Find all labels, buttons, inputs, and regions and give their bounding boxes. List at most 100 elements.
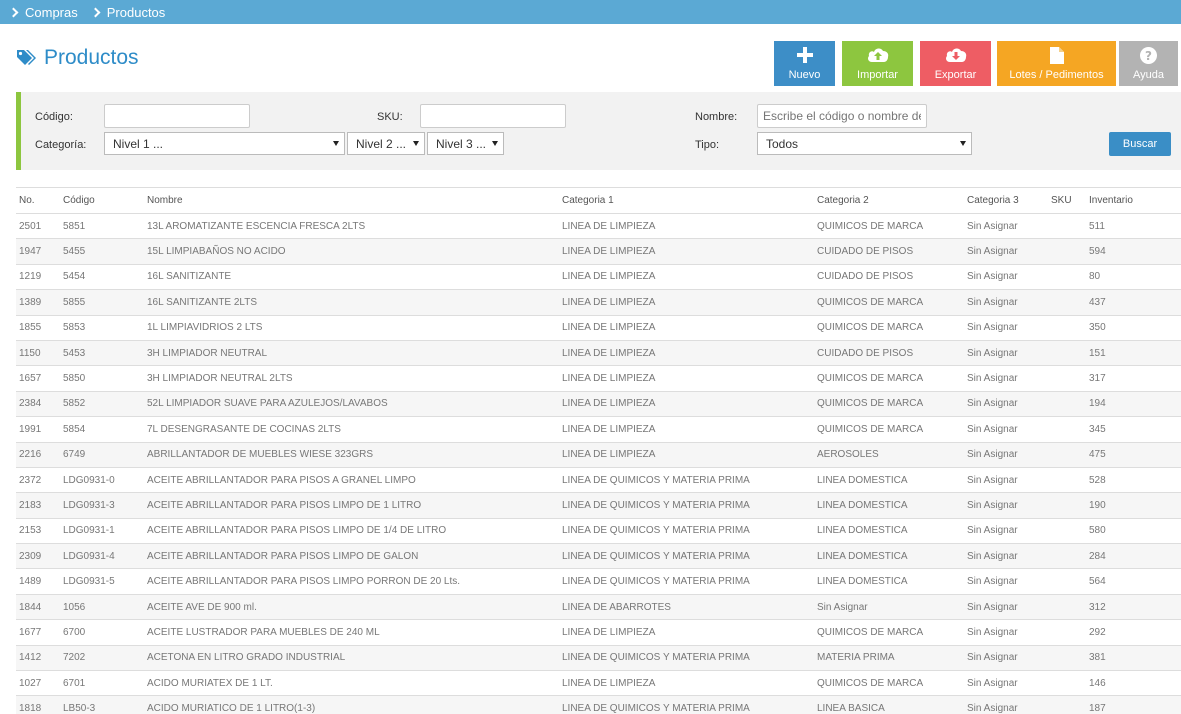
cell-categoria-1: LINEA DE LIMPIEZA [559,264,814,291]
caret-down-icon [413,141,419,146]
cell-categoria-2: MATERIA PRIMA [814,645,964,672]
table-row[interactable]: 2216 6749 ABRILLANTADOR DE MUEBLES WIESE 3… [16,442,1181,468]
cell-categoria-3: Sin Asignar [964,492,1048,519]
table-row[interactable]: 1412 7202 ACETONA EN LITRO GRADO INDUSTRIA… [16,645,1181,672]
table-row[interactable]: 1489 LDG0931-5 ACEITE ABRILLANTADOR PARA P… [16,568,1181,595]
cell-no: 1947 [16,238,60,265]
nivel3-select[interactable]: Nivel 3 ... [427,132,504,155]
exportar-button[interactable]: Exportar [920,41,991,86]
table-row[interactable]: 1677 6700 ACEITE LUSTRADOR PARA MUEBLES DE… [16,619,1181,646]
cell-nombre: 3H LIMPIADOR NEUTRAL [144,340,559,367]
table-row[interactable]: 1818 LB50-3 ACIDO MURIATICO DE 1 LITRO(1-3… [16,695,1181,714]
table-row[interactable]: 1027 6701 ACIDO MURIATEX DE 1 LT. LINEA DE … [16,670,1181,697]
table-row[interactable]: 1219 5454 16L SANITIZANTE LINEA DE LIMPIEZA… [16,264,1181,291]
cell-categoria-2: LINEA DOMESTICA [814,467,964,494]
cell-codigo: 5851 [60,213,144,240]
breadcrumb-item-compras[interactable]: Compras [25,5,78,20]
chevron-right-icon [8,7,19,17]
table-row[interactable]: 2183 LDG0931-3 ACEITE ABRILLANTADOR PARA P… [16,492,1181,519]
cell-sku [1048,543,1086,570]
table-row[interactable]: 1657 5850 3H LIMPIADOR NEUTRAL 2LTS LINEA D… [16,365,1181,392]
codigo-label: Código: [35,111,73,123]
table-body: 2501 5851 13L AROMATIZANTE ESCENCIA FRESCA… [16,213,1181,714]
cell-no: 1489 [16,568,60,595]
ayuda-button[interactable]: ? Ayuda [1119,41,1178,86]
cell-categoria-3: Sin Asignar [964,238,1048,265]
cell-categoria-3: Sin Asignar [964,645,1048,672]
column-header-inventario[interactable]: Inventario [1086,187,1181,214]
column-header-sku[interactable]: SKU [1048,187,1086,214]
page-title: Productos [16,46,139,70]
cell-codigo: 5853 [60,315,144,341]
cell-nombre: ACEITE ABRILLANTADOR PARA PISOS LIMPO PO… [144,568,559,595]
cell-sku [1048,645,1086,672]
cell-sku [1048,391,1086,418]
cell-codigo: 5453 [60,340,144,367]
nuevo-button[interactable]: Nuevo [774,41,835,86]
cell-sku [1048,467,1086,494]
nivel2-select[interactable]: Nivel 2 ... [347,132,425,155]
cell-sku [1048,568,1086,595]
cell-categoria-1: LINEA DE QUIMICOS Y MATERIA PRIMA [559,543,814,570]
cell-nombre: ACEITE LUSTRADOR PARA MUEBLES DE 240 ML [144,619,559,646]
column-header-codigo[interactable]: Código [60,187,144,214]
cell-codigo: LDG0931-4 [60,543,144,570]
column-header-nombre[interactable]: Nombre [144,187,559,214]
column-header-categoria-1[interactable]: Categoria 1 [559,187,814,214]
tipo-select[interactable]: Todos [757,132,972,155]
table-row[interactable]: 1844 1056 ACEITE AVE DE 900 ml. LINEA DE AB… [16,594,1181,621]
cell-no: 1027 [16,670,60,697]
cell-inventario: 381 [1086,645,1181,672]
column-header-categoria-3[interactable]: Categoria 3 [964,187,1048,214]
cell-inventario: 350 [1086,315,1181,341]
table-row[interactable]: 1947 5455 15L LIMPIABAÑOS NO ACIDO LINEA DE… [16,238,1181,265]
table-row[interactable]: 2384 5852 52L LIMPIADOR SUAVE PARA AZULEJO… [16,391,1181,418]
table-row[interactable]: 2372 LDG0931-0 ACEITE ABRILLANTADOR PARA P… [16,467,1181,494]
lotes-pedimentos-button[interactable]: Lotes / Pedimentos [997,41,1116,86]
caret-down-icon [960,141,966,146]
table-row[interactable]: 1991 5854 7L DESENGRASANTE DE COCINAS 2LTS… [16,416,1181,443]
cell-inventario: 146 [1086,670,1181,697]
table-row[interactable]: 1389 5855 16L SANITIZANTE 2LTS LINEA DE LIM… [16,289,1181,316]
cell-inventario: 345 [1086,416,1181,443]
cell-no: 1412 [16,645,60,672]
cell-categoria-3: Sin Asignar [964,315,1048,341]
codigo-input[interactable] [104,104,250,128]
cell-no: 2153 [16,518,60,545]
cell-categoria-2: QUIMICOS DE MARCA [814,365,964,392]
cell-codigo: LDG0931-3 [60,492,144,519]
cell-nombre: ACEITE AVE DE 900 ml. [144,594,559,621]
caret-down-icon [333,141,339,146]
cell-categoria-1: LINEA DE QUIMICOS Y MATERIA PRIMA [559,645,814,672]
cell-categoria-1: LINEA DE LIMPIEZA [559,391,814,418]
nivel1-select[interactable]: Nivel 1 ... [104,132,345,155]
column-header-no[interactable]: No. [16,187,60,214]
cell-sku [1048,340,1086,367]
cell-categoria-1: LINEA DE QUIMICOS Y MATERIA PRIMA [559,518,814,545]
buscar-button[interactable]: Buscar [1109,132,1171,156]
cell-inventario: 187 [1086,695,1181,714]
cell-sku [1048,695,1086,714]
cell-sku [1048,619,1086,646]
cell-categoria-3: Sin Asignar [964,365,1048,392]
nombre-input[interactable] [757,104,927,128]
cell-categoria-1: LINEA DE LIMPIEZA [559,670,814,697]
cell-sku [1048,670,1086,697]
cell-categoria-2: CUIDADO DE PISOS [814,340,964,367]
importar-button[interactable]: Importar [842,41,913,86]
column-header-categoria-2[interactable]: Categoria 2 [814,187,964,214]
table-row[interactable]: 2153 LDG0931-1 ACEITE ABRILLANTADOR PARA P… [16,518,1181,545]
table-row[interactable]: 2309 LDG0931-4 ACEITE ABRILLANTADOR PARA P… [16,543,1181,570]
file-icon [1049,46,1064,64]
cell-no: 1389 [16,289,60,316]
cell-no: 1991 [16,416,60,443]
cell-no: 2183 [16,492,60,519]
sku-input[interactable] [420,104,566,128]
cell-categoria-3: Sin Asignar [964,568,1048,595]
table-row[interactable]: 2501 5851 13L AROMATIZANTE ESCENCIA FRESCA… [16,213,1181,240]
cell-codigo: 5854 [60,416,144,443]
cell-codigo: 1056 [60,594,144,621]
table-row[interactable]: 1855 5853 1L LIMPIAVIDRIOS 2 LTS LINEA DE L… [16,315,1181,341]
table-row[interactable]: 1150 5453 3H LIMPIADOR NEUTRAL LINEA DE LIM… [16,340,1181,367]
cell-no: 1150 [16,340,60,367]
